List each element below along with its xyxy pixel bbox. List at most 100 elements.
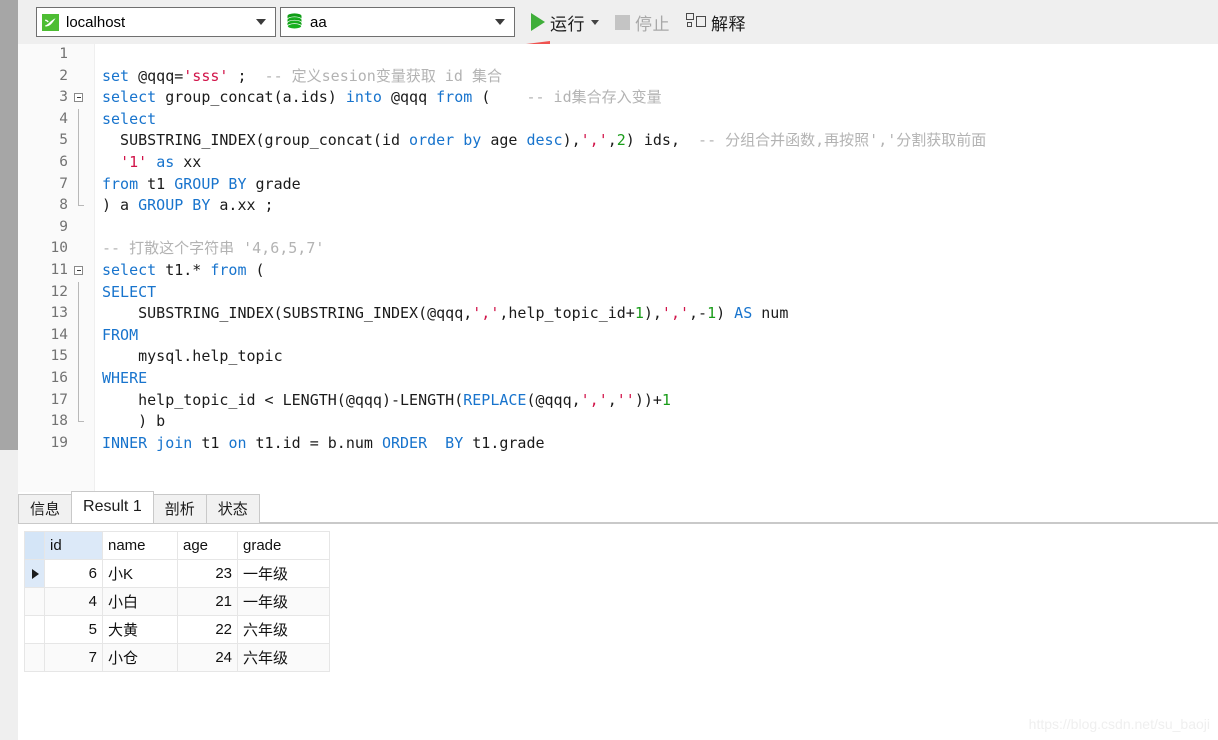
code-text: -- 打散这个字符串 '4,6,5,7' <box>102 239 325 258</box>
cell-name[interactable]: 小K <box>102 559 178 588</box>
chevron-down-icon[interactable] <box>256 19 266 25</box>
line-number: 9 <box>59 218 68 235</box>
sidebar-strip-lower <box>0 450 18 740</box>
code-line[interactable]: 17 help_topic_id < LENGTH(@qqq)-LENGTH(R… <box>18 389 1218 412</box>
code-text: SELECT <box>102 282 157 301</box>
toolbar: localhost aa 运行 停止 解释 <box>18 0 1218 45</box>
run-dropdown-arrow-icon[interactable] <box>591 19 599 25</box>
row-selector-cell[interactable] <box>24 587 45 616</box>
result-tab[interactable]: 剖析 <box>152 494 207 523</box>
current-row-arrow-icon <box>32 568 39 579</box>
fold-guide-line <box>78 130 79 152</box>
table-row[interactable]: 5 大黄 22 六年级 <box>24 615 330 644</box>
column-header-age[interactable]: age <box>177 531 238 560</box>
stop-square-icon <box>615 14 630 30</box>
line-number: 8 <box>59 197 68 214</box>
cell-age[interactable]: 21 <box>177 587 238 616</box>
code-line[interactable]: 18 ) b <box>18 411 1218 433</box>
code-line-list[interactable]: 1 2 set @qqq='sss' ; -- 定义sesion变量获取 id 集合… <box>18 44 1218 454</box>
code-line[interactable]: 16 WHERE <box>18 367 1218 390</box>
row-selector-header <box>24 531 45 560</box>
code-line[interactable]: 3 select group_concat(a.ids) into @qqq fr… <box>18 87 1218 109</box>
line-number: 12 <box>50 283 68 300</box>
code-line[interactable]: 12 SELECT <box>18 281 1218 304</box>
fold-collapse-icon[interactable] <box>74 265 83 275</box>
fold-guide-line <box>78 367 79 390</box>
fold-guide-line <box>78 324 79 347</box>
line-number: 4 <box>59 110 68 127</box>
row-selector-cell[interactable] <box>24 643 45 672</box>
result-tabbar: 信息 Result 1 剖析 状态 <box>18 491 1218 524</box>
code-text: FROM <box>102 325 139 344</box>
cell-id[interactable]: 5 <box>44 615 103 644</box>
cell-name[interactable]: 大黄 <box>102 615 178 644</box>
database-selector[interactable]: aa <box>280 7 515 37</box>
fold-guide-line <box>78 173 79 196</box>
result-tab[interactable]: Result 1 <box>71 491 154 523</box>
table-row[interactable]: 7 小仓 24 六年级 <box>24 643 330 672</box>
cell-age[interactable]: 23 <box>177 559 238 588</box>
code-text: INNER join t1 on t1.id = b.num ORDER BY … <box>102 433 545 452</box>
result-tab[interactable]: 信息 <box>18 494 73 523</box>
code-line[interactable]: 11 select t1.* from ( <box>18 260 1218 282</box>
fold-guide-line <box>78 281 79 304</box>
code-line[interactable]: 13 SUBSTRING_INDEX(SUBSTRING_INDEX(@qqq,… <box>18 303 1218 325</box>
code-text: from t1 GROUP BY grade <box>102 174 301 193</box>
line-number: 18 <box>50 413 68 430</box>
cell-age[interactable]: 24 <box>177 643 238 672</box>
explain-button[interactable]: 解释 <box>682 5 750 39</box>
cell-age[interactable]: 22 <box>177 615 238 644</box>
stop-button[interactable]: 停止 <box>611 5 674 39</box>
code-line[interactable]: 2 set @qqq='sss' ; -- 定义sesion变量获取 id 集合 <box>18 66 1218 88</box>
code-line[interactable]: 8) a GROUP BY a.xx ; <box>18 195 1218 217</box>
column-header-id[interactable]: id <box>44 531 103 560</box>
cell-id[interactable]: 7 <box>44 643 103 672</box>
code-line[interactable]: 14 FROM <box>18 324 1218 347</box>
line-number: 2 <box>59 67 68 84</box>
line-number: 10 <box>50 240 68 257</box>
row-selector-cell[interactable] <box>24 559 45 588</box>
table-header-row: id name age grade <box>24 531 330 560</box>
code-text: select <box>102 109 157 128</box>
cell-name[interactable]: 小仓 <box>102 643 178 672</box>
cell-id[interactable]: 6 <box>44 559 103 588</box>
line-number: 6 <box>59 153 68 170</box>
column-header-name[interactable]: name <box>102 531 178 560</box>
result-tab[interactable]: 状态 <box>205 494 260 523</box>
fold-guide-line <box>78 303 79 325</box>
code-line[interactable]: 6 '1' as xx <box>18 151 1218 174</box>
run-button[interactable]: 运行 <box>523 5 603 39</box>
line-number: 11 <box>50 261 68 278</box>
cell-grade[interactable]: 六年级 <box>237 615 330 644</box>
code-line[interactable]: 9 <box>18 217 1218 239</box>
cell-name[interactable]: 小白 <box>102 587 178 616</box>
table-row[interactable]: 4 小白 21 一年级 <box>24 587 330 616</box>
row-selector-cell[interactable] <box>24 615 45 644</box>
code-line[interactable]: 1 <box>18 44 1218 66</box>
table-row[interactable]: 6 小K 23 一年级 <box>24 559 330 588</box>
chevron-down-icon[interactable] <box>495 19 505 25</box>
code-line[interactable]: 5 SUBSTRING_INDEX(group_concat(id order … <box>18 130 1218 152</box>
result-grid[interactable]: id name age grade 6 小K 23 一年级 4 小白 21 一年级 5 大黄 22 六… <box>24 531 330 672</box>
fold-collapse-icon[interactable] <box>74 93 83 103</box>
sql-editor[interactable]: 1 2 set @qqq='sss' ; -- 定义sesion变量获取 id 集合… <box>18 44 1218 492</box>
code-line[interactable]: 15 mysql.help_topic <box>18 346 1218 368</box>
result-pane: 信息 Result 1 剖析 状态 id name age grade 6 小K 23 一年… <box>18 491 1218 740</box>
cell-id[interactable]: 4 <box>44 587 103 616</box>
code-line[interactable]: 19 INNER join t1 on t1.id = b.num ORDER B… <box>18 433 1218 455</box>
fold-guide-line <box>78 389 79 412</box>
code-line[interactable]: 10 -- 打散这个字符串 '4,6,5,7' <box>18 238 1218 260</box>
column-header-grade[interactable]: grade <box>237 531 330 560</box>
cell-grade[interactable]: 一年级 <box>237 587 330 616</box>
explain-button-label: 解释 <box>711 14 746 34</box>
cell-grade[interactable]: 一年级 <box>237 559 330 588</box>
code-text: select group_concat(a.ids) into @qqq fro… <box>102 88 662 107</box>
fold-end-marker <box>78 411 84 423</box>
code-line[interactable]: 7 from t1 GROUP BY grade <box>18 173 1218 196</box>
line-number: 3 <box>59 89 68 106</box>
collapsed-sidebar-strip[interactable] <box>0 0 19 450</box>
fold-guide-line <box>78 108 79 131</box>
connection-selector[interactable]: localhost <box>36 7 276 37</box>
cell-grade[interactable]: 六年级 <box>237 643 330 672</box>
code-line[interactable]: 4 select <box>18 108 1218 131</box>
